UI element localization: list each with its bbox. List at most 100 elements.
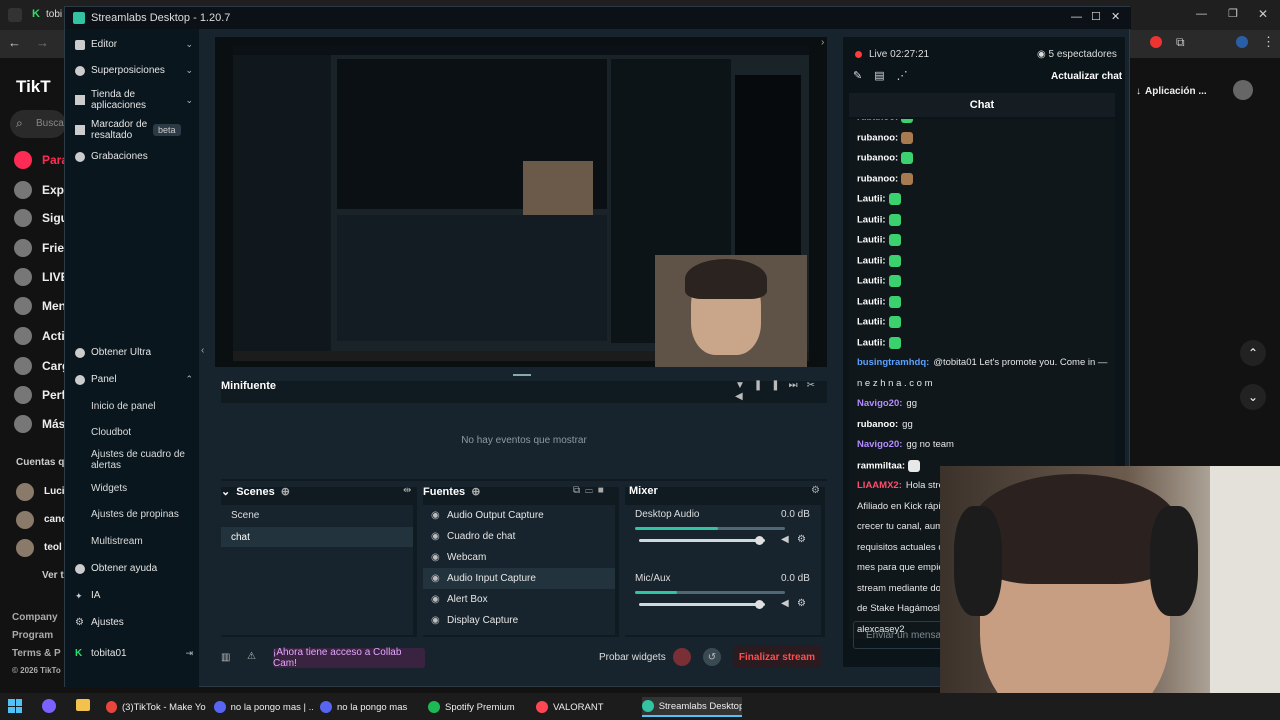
chat-username[interactable]: rubanoo: — [857, 132, 898, 143]
nav-ai[interactable]: ✦ IA — [65, 590, 199, 601]
browser-tab-title[interactable]: tobi — [46, 9, 62, 20]
add-source-icon[interactable]: ⊕ — [471, 485, 480, 498]
back-arrow-icon[interactable]: ← — [8, 35, 21, 50]
browser-minimize-icon[interactable]: — — [1196, 8, 1207, 20]
chat-username[interactable]: rammiltaa: — [857, 460, 905, 471]
collapse-sidebar-icon[interactable]: ‹ — [201, 345, 204, 356]
chat-tools[interactable]: ✎▤⋰ — [853, 69, 920, 82]
following-name[interactable]: Luci — [44, 486, 65, 497]
tiktok-search-box[interactable]: ⌕ Busca — [10, 110, 66, 138]
nav-overlays[interactable]: Superposiciones ⌄ — [65, 65, 199, 76]
pause-icon[interactable]: ❚❚ — [754, 380, 789, 391]
nav-app-store[interactable]: Tienda de aplicaciones ⌄ — [65, 87, 199, 113]
nav-get-ultra[interactable]: Obtener Ultra — [65, 347, 199, 358]
panel-subitem[interactable]: Inicio de panel — [91, 401, 191, 412]
test-widgets-button[interactable]: Probar widgets — [599, 652, 666, 663]
mute-speaker-icon[interactable]: ◀ — [781, 534, 789, 545]
volume-slider-handle[interactable] — [755, 536, 764, 545]
panel-subitem[interactable]: Multistream — [91, 536, 191, 547]
scenes-collapse-icon[interactable]: ⌄ — [221, 485, 230, 498]
chat-username[interactable]: LIAAMX2: — [857, 480, 902, 491]
pencil-icon[interactable]: ✎ — [853, 70, 874, 82]
collab-cam-banner[interactable]: ¡Ahora tiene acceso a Collab Cam! — [273, 647, 425, 669]
channel-settings-icon[interactable]: ⚙ — [797, 534, 806, 545]
minifeed-drag-handle[interactable] — [221, 374, 827, 376]
windows-start-icon[interactable] — [8, 699, 22, 713]
expand-chat-icon[interactable]: › — [821, 37, 824, 48]
window-maximize-icon[interactable]: ☐ — [1091, 10, 1101, 23]
scroll-down-button[interactable]: ⌄ — [1240, 384, 1266, 410]
warning-icon[interactable]: ⚠ — [247, 651, 256, 662]
following-avatar[interactable] — [16, 483, 34, 501]
taskbar-app[interactable]: no la pongo mas | ... — [214, 697, 314, 717]
tiktok-nav-item[interactable]: Perf — [42, 388, 65, 402]
taskbar-app[interactable]: no la pongo mas — [320, 697, 420, 717]
nav-recordings[interactable]: Grabaciones — [65, 151, 199, 162]
tiktok-footer-link[interactable]: Terms & P — [12, 648, 61, 659]
following-avatar[interactable] — [16, 511, 34, 529]
tiktok-nav-item[interactable]: Acti — [42, 329, 65, 343]
mute-alerts-icon[interactable]: ✂ — [807, 380, 824, 391]
nav-settings[interactable]: ⚙ Ajustes — [65, 617, 199, 628]
source-item[interactable]: ◉ Audio Input Capture — [423, 568, 615, 589]
tiktok-nav-item[interactable]: Men — [42, 299, 66, 313]
mute-speaker-icon[interactable]: ◀ — [781, 598, 789, 609]
taskbar-app[interactable]: Spotify Premium — [428, 697, 528, 717]
mixer-settings-icon[interactable]: ⚙ — [811, 485, 820, 496]
nav-editor[interactable]: Editor ⌄ — [65, 39, 199, 50]
window-close-icon[interactable]: ✕ — [1111, 10, 1120, 23]
chat-username[interactable]: rubanoo: — [857, 173, 898, 184]
end-stream-button[interactable]: Finalizar stream — [733, 646, 821, 668]
tiktok-nav-item[interactable]: Más — [42, 417, 65, 431]
taskbar-app[interactable]: Streamlabs Desktop — [642, 697, 742, 717]
tiktok-user-avatar[interactable] — [1233, 80, 1253, 100]
scene-transitions-icon[interactable]: ⇹ — [403, 485, 411, 496]
stream-preview[interactable]: › — [215, 37, 827, 367]
tiktok-footer-link[interactable]: Company — [12, 612, 58, 623]
taskbar-app[interactable]: (3)TikTok - Make Yo... — [106, 697, 206, 717]
nav-get-help[interactable]: Obtener ayuda — [65, 563, 199, 574]
group-icon[interactable]: ⧉ — [573, 485, 585, 496]
source-item[interactable]: ◉ Audio Output Capture — [423, 505, 615, 526]
volume-icon[interactable]: ◀ — [735, 391, 752, 402]
mini-feed-controls[interactable]: ▼❚❚⏭✂ ◀ — [735, 380, 827, 402]
chat-username[interactable]: Navigo20: — [857, 398, 902, 409]
chat-username[interactable]: Lautii: — [857, 276, 886, 287]
source-item[interactable]: ◉ Alert Box — [423, 589, 615, 610]
panel-subitem[interactable]: Widgets — [91, 483, 191, 494]
skip-icon[interactable]: ⏭ — [789, 380, 807, 391]
scroll-up-button[interactable]: ⌃ — [1240, 340, 1266, 366]
panel-subitem[interactable]: Cloudbot — [91, 427, 191, 438]
browser-restore-icon[interactable]: ❐ — [1228, 7, 1238, 20]
source-item[interactable]: ◉ Webcam — [423, 547, 615, 568]
refresh-chat-button[interactable]: Actualizar chat — [1051, 71, 1122, 82]
following-avatar[interactable] — [16, 539, 34, 557]
chat-username[interactable]: Navigo20: — [857, 439, 902, 450]
logout-icon[interactable]: ⇥ — [185, 648, 193, 659]
volume-slider[interactable] — [639, 603, 765, 606]
nav-highlighter[interactable]: Marcador de resaltado beta — [65, 117, 199, 143]
sources-tools[interactable]: ⧉▭■ — [573, 485, 609, 496]
tiktok-footer-link[interactable]: © 2026 TikTo — [12, 666, 61, 675]
nav-account[interactable]: K tobita01 ⇥ — [65, 648, 199, 659]
file-explorer-icon[interactable] — [76, 699, 90, 711]
forward-arrow-icon[interactable]: → — [36, 35, 49, 50]
tiktok-footer-link[interactable]: Program — [12, 630, 53, 641]
scene-item[interactable]: Scene — [231, 510, 259, 521]
volume-slider[interactable] — [639, 539, 765, 542]
chat-username[interactable]: Lautii: — [857, 255, 886, 266]
panel-subitem[interactable]: Ajustes de cuadro de alertas — [91, 449, 191, 471]
scene-item-selected[interactable]: chat — [221, 527, 413, 547]
extensions-icon[interactable]: ⧉ — [1176, 35, 1185, 50]
filter-icon[interactable]: ▼ — [735, 380, 754, 391]
source-item[interactable]: ◉ Display Capture — [423, 610, 615, 631]
source-item[interactable]: ◉ Cuadro de chat — [423, 526, 615, 547]
nav-panel[interactable]: Panel ⌃ — [65, 374, 199, 385]
channel-settings-icon[interactable]: ⚙ — [797, 598, 806, 609]
chat-username[interactable]: busingtramhdq: — [857, 357, 929, 368]
replay-buffer-icon[interactable]: ↺ — [703, 648, 721, 666]
chat-username[interactable]: Lautii: — [857, 317, 886, 328]
chat-username[interactable]: Lautii: — [857, 337, 886, 348]
profile-avatar[interactable] — [1236, 36, 1248, 48]
panel-subitem[interactable]: Ajustes de propinas — [91, 509, 191, 520]
